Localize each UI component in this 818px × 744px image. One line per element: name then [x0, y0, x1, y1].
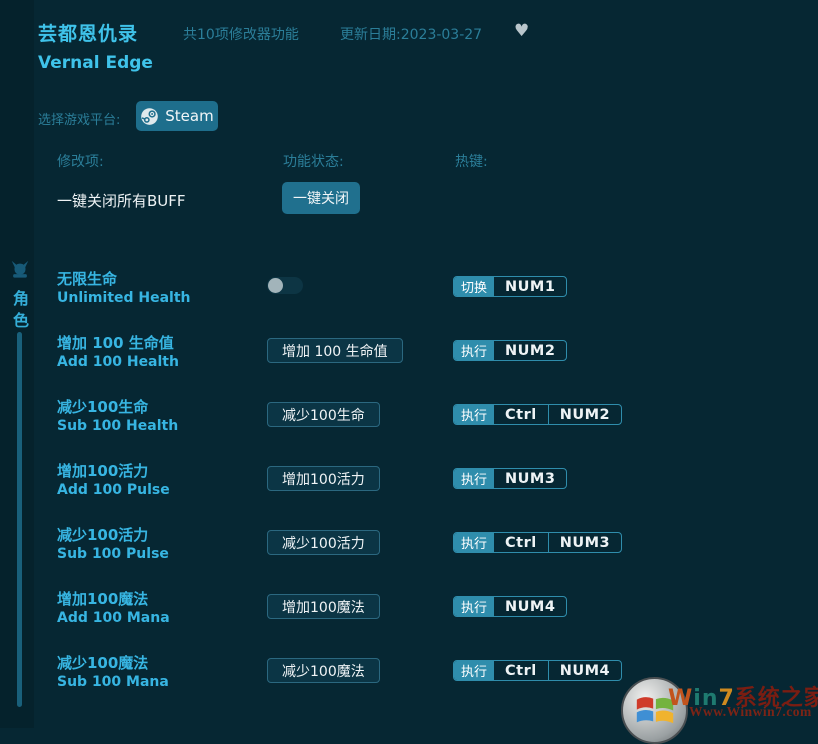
steam-platform-button[interactable]: Steam	[136, 101, 218, 131]
close-all-buff-button[interactable]: 一键关闭	[282, 182, 360, 214]
hotkey-action: 执行	[454, 597, 494, 616]
game-title-cn: 芸都恩仇录	[38, 19, 138, 46]
hotkey-modifier-key: Ctrl	[494, 533, 548, 552]
trainer-row-sub-100-pulse: 减少100活力 Sub 100 Pulse 减少100活力 执行 Ctrl NU…	[57, 520, 677, 584]
hotkey-pill: 执行 NUM4	[453, 596, 567, 617]
trainer-row-add-100-pulse: 增加100活力 Add 100 Pulse 增加100活力 执行 NUM3	[57, 456, 677, 520]
hotkey-pill: 执行 Ctrl NUM4	[453, 660, 622, 681]
add-100-health-button[interactable]: 增加 100 生命值	[267, 338, 403, 363]
platform-select-label: 选择游戏平台:	[38, 109, 120, 128]
hotkey-key: NUM3	[494, 469, 566, 488]
row-label-en: Add 100 Pulse	[57, 481, 267, 499]
trainer-row-unlimited-health: 无限生命 Unlimited Health 切换 NUM1	[57, 264, 677, 328]
add-100-mana-button[interactable]: 增加100魔法	[267, 594, 380, 619]
hotkey-key: NUM2	[494, 341, 566, 360]
hotkey-action: 执行	[454, 405, 494, 424]
sub-100-mana-button[interactable]: 减少100魔法	[267, 658, 380, 683]
watermark-site-url: Www.Winwin7.com	[689, 704, 812, 720]
unlimited-health-toggle[interactable]	[267, 277, 303, 294]
game-title-en: Vernal Edge	[38, 53, 153, 73]
row-label-cn: 无限生命	[57, 270, 267, 289]
trainer-row-sub-100-health: 减少100生命 Sub 100 Health 减少100生命 执行 Ctrl N…	[57, 392, 677, 456]
category-label-char2: 色	[11, 307, 31, 331]
hotkey-key: NUM4	[494, 597, 566, 616]
toggle-knob	[268, 278, 283, 293]
row-label-cn: 增加100魔法	[57, 590, 267, 609]
hotkey-action: 执行	[454, 469, 494, 488]
row-label-en: Unlimited Health	[57, 289, 267, 307]
row-label-cn: 增加 100 生命值	[57, 334, 267, 353]
hotkey-pill: 执行 Ctrl NUM2	[453, 404, 622, 425]
sub-100-health-button[interactable]: 减少100生命	[267, 402, 380, 427]
steam-icon	[140, 107, 159, 126]
heart-icon[interactable]: ♥	[514, 21, 529, 41]
trainer-row-add-100-health: 增加 100 生命值 Add 100 Health 增加 100 生命值 执行 …	[57, 328, 677, 392]
category-section-track	[17, 332, 22, 707]
hotkey-key: NUM1	[494, 277, 566, 296]
category-label-char1: 角	[11, 285, 31, 309]
hotkey-pill: 切换 NUM1	[453, 276, 567, 297]
row-label-en: Sub 100 Health	[57, 417, 267, 435]
column-header-hotkey: 热键:	[455, 151, 488, 171]
row-label-cn: 减少100魔法	[57, 654, 267, 673]
row-label-en: Add 100 Mana	[57, 609, 267, 627]
hotkey-action: 执行	[454, 661, 494, 680]
row-label-en: Sub 100 Pulse	[57, 545, 267, 563]
column-header-modifier: 修改项:	[57, 151, 104, 171]
hotkey-modifier-key: Ctrl	[494, 661, 548, 680]
close-all-buff-label: 一键关闭所有BUFF	[57, 190, 186, 211]
trainer-rows: 无限生命 Unlimited Health 切换 NUM1 增加 100 生命值…	[57, 264, 677, 712]
hotkey-pill: 执行 NUM2	[453, 340, 567, 361]
row-label-cn: 增加100活力	[57, 462, 267, 481]
character-category-icon	[9, 259, 31, 281]
trainer-row-add-100-mana: 增加100魔法 Add 100 Mana 增加100魔法 执行 NUM4	[57, 584, 677, 648]
hotkey-pill: 执行 NUM3	[453, 468, 567, 489]
hotkey-modifier-key: Ctrl	[494, 405, 548, 424]
add-100-pulse-button[interactable]: 增加100活力	[267, 466, 380, 491]
row-label-en: Add 100 Health	[57, 353, 267, 371]
hotkey-action: 执行	[454, 341, 494, 360]
row-label-en: Sub 100 Mana	[57, 673, 267, 691]
column-header-status: 功能状态:	[283, 151, 344, 171]
hotkey-action: 执行	[454, 533, 494, 552]
hotkey-key: NUM2	[548, 405, 621, 424]
row-label-cn: 减少100活力	[57, 526, 267, 545]
hotkey-key: NUM3	[548, 533, 621, 552]
steam-button-label: Steam	[165, 107, 213, 125]
update-date: 更新日期:2023-03-27	[340, 24, 482, 44]
trainer-row-sub-100-mana: 减少100魔法 Sub 100 Mana 减少100魔法 执行 Ctrl NUM…	[57, 648, 677, 712]
row-label-cn: 减少100生命	[57, 398, 267, 417]
feature-count: 共10项修改器功能	[183, 24, 299, 44]
hotkey-pill: 执行 Ctrl NUM3	[453, 532, 622, 553]
sub-100-pulse-button[interactable]: 减少100活力	[267, 530, 380, 555]
hotkey-key: NUM4	[548, 661, 621, 680]
hotkey-action: 切换	[454, 277, 494, 296]
